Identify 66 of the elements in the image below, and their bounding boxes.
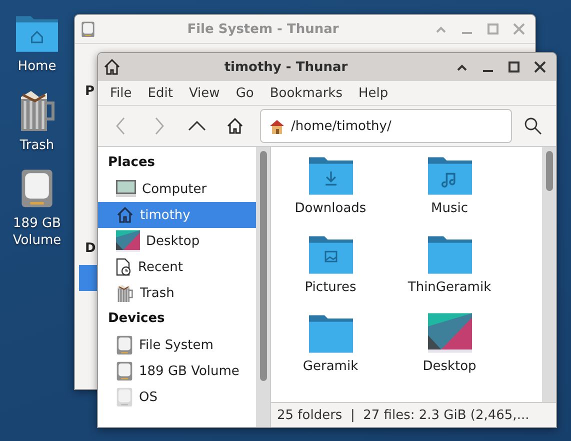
menu-item[interactable]: View — [180, 84, 228, 102]
file-name[interactable]: Music — [431, 200, 468, 216]
sidebar-item[interactable]: Desktop — [98, 228, 256, 254]
window-title: File System - Thunar — [186, 22, 340, 36]
maximize-icon — [487, 23, 499, 35]
home-icon — [269, 118, 285, 134]
sidebar-heading: Devices — [107, 310, 166, 328]
menu-item[interactable]: Help — [350, 84, 396, 102]
window-title: timothy - Thunar — [223, 60, 349, 74]
file-name[interactable]: ThinGeramik — [408, 280, 492, 295]
close-icon — [534, 61, 546, 73]
caret-up-icon — [456, 63, 468, 71]
menu-item[interactable]: Go — [228, 84, 262, 102]
menu-item[interactable]: Bookmarks — [262, 84, 350, 102]
close-icon — [513, 23, 525, 35]
sidebar-heading: D — [85, 241, 96, 258]
search-icon — [524, 117, 542, 135]
sidebar-item[interactable]: Computer — [98, 176, 256, 202]
sidebar-item[interactable]: 189 GB Volume — [98, 358, 256, 384]
folder-icon — [428, 155, 472, 195]
file-name[interactable]: Downloads — [294, 200, 366, 216]
desktop-icon-label[interactable]: 189 GB Volume — [0, 214, 74, 249]
menu-item[interactable]: Edit — [140, 84, 181, 102]
file-name[interactable]: Desktop — [422, 359, 476, 374]
file-name[interactable]: Geramik — [302, 358, 358, 374]
status-bar: 25 folders | 27 files: 2.3 GiB (2,465,... — [271, 402, 556, 427]
trash-icon — [116, 284, 134, 302]
minimize-icon — [461, 32, 473, 34]
folder-icon — [308, 155, 352, 195]
scrollbar[interactable] — [542, 147, 556, 402]
menu-item[interactable]: File — [102, 84, 140, 102]
sidebar-item[interactable]: timothy — [98, 202, 256, 228]
drive-icon — [116, 360, 133, 382]
caret-up-icon — [435, 25, 447, 33]
chevron-left-icon — [116, 117, 126, 135]
sidebar-item[interactable]: Recent — [98, 254, 256, 280]
sidebar-heading: P — [85, 84, 95, 101]
drive-icon — [116, 386, 133, 408]
drive-icon — [81, 20, 95, 38]
home-folder-icon — [16, 14, 58, 52]
desktop-icon-label[interactable]: Trash — [20, 136, 54, 154]
folder-icon — [308, 313, 352, 353]
drive-icon — [116, 334, 133, 356]
scrollbar[interactable] — [256, 147, 270, 427]
computer-icon — [116, 180, 136, 198]
chevron-right-icon — [154, 117, 164, 135]
chevron-up-icon — [188, 121, 206, 131]
sidebar-heading: Places — [107, 154, 156, 172]
desktop-icon-label[interactable]: Home — [18, 58, 56, 75]
location-field[interactable]: /home/timothy/ — [260, 109, 512, 143]
wallpaper-icon — [428, 313, 472, 353]
home-icon — [227, 118, 243, 134]
recent-icon — [116, 258, 132, 276]
wallpaper-icon — [116, 230, 140, 252]
folder-icon — [428, 234, 472, 274]
home-icon — [116, 206, 134, 224]
sidebar-item[interactable]: File System — [98, 332, 256, 358]
folder-icon — [308, 234, 352, 274]
home-icon — [104, 59, 120, 75]
maximize-icon — [508, 61, 520, 73]
file-name[interactable]: Pictures — [304, 280, 356, 295]
minimize-icon — [482, 70, 494, 72]
sidebar-item[interactable]: OS — [98, 384, 256, 410]
sidebar-item[interactable]: Trash — [98, 280, 256, 306]
drive-icon — [20, 168, 54, 209]
selected-row — [79, 265, 99, 291]
